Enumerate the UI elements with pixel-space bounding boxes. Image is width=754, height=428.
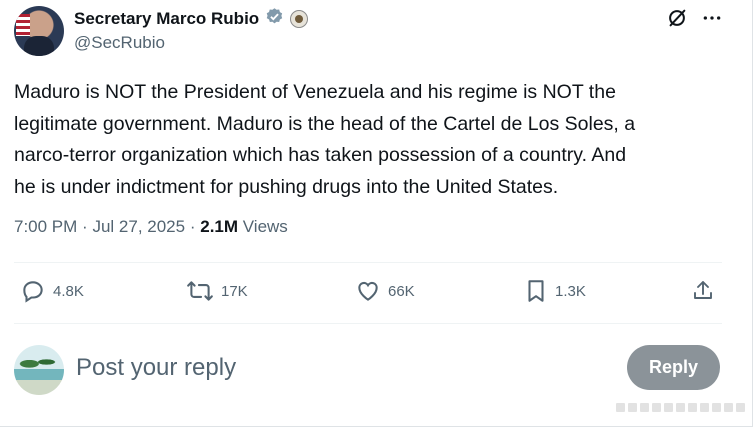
grok-icon[interactable] [666,7,688,29]
tweet-text-line: narco-terror organization which has take… [14,144,627,166]
views-label: Views [242,217,288,236]
views-count[interactable]: 2.1M [200,217,238,236]
author-handle[interactable]: @SecRubio [74,33,165,53]
share-action-button[interactable] [691,278,715,304]
action-bar: 4.8K 17K 66K 1.3K [14,278,722,310]
flag-icon [16,14,30,36]
author-display-name[interactable]: Secretary Marco Rubio [74,9,259,29]
repost-icon [186,278,214,304]
more-options-icon[interactable] [702,8,722,28]
tweet-time[interactable]: 7:00 PM [14,217,77,236]
share-icon [691,278,715,304]
divider [14,262,722,263]
divider [14,323,722,324]
watermark-block [688,403,697,412]
meta-separator: · [189,217,196,236]
reply-icon [20,278,46,304]
watermark-block [664,403,673,412]
like-count: 66K [388,282,415,300]
current-user-avatar[interactable] [14,345,64,395]
watermark-block [640,403,649,412]
heart-icon [355,278,381,304]
watermark-block [700,403,709,412]
repost-count: 17K [221,282,248,300]
watermark-block [616,403,625,412]
verified-badge-icon[interactable] [265,7,284,31]
like-action-button[interactable]: 66K [355,278,415,304]
meta-separator: · [82,217,88,236]
state-department-seal-icon[interactable] [290,10,309,28]
top-actions [666,7,722,29]
watermark-block [712,403,721,412]
tweet-text-line: he is under indictment for pushing drugs… [14,175,559,198]
author-name-row: Secretary Marco Rubio [74,7,309,31]
repost-action-button[interactable]: 17K [186,278,248,304]
reply-button[interactable]: Reply [627,345,720,390]
tweet-card: Secretary Marco Rubio @SecRubio Maduro i… [0,0,753,427]
watermark-block [736,403,745,412]
bookmark-action-button[interactable]: 1.3K [524,278,586,304]
tweet-text: Maduro is NOT the President of Venezuela… [14,77,734,203]
watermark-block [652,403,661,412]
watermark-block [628,403,637,412]
watermark-block [676,403,685,412]
tweet-meta: 7:00 PM · Jul 27, 2025 · 2.1M Views [14,217,288,237]
author-avatar[interactable] [14,6,64,56]
tweet-text-line: Maduro is NOT the President of Venezuela… [14,81,616,103]
bookmark-icon [524,278,548,304]
tweet-date[interactable]: Jul 27, 2025 [92,217,185,236]
tweet-text-line: legitimate government. Maduro is the hea… [14,112,636,135]
reply-input[interactable]: Post your reply [76,354,236,382]
bookmark-count: 1.3K [555,282,586,300]
reply-action-button[interactable]: 4.8K [20,278,84,304]
watermark-decoration [616,403,745,412]
watermark-block [724,403,733,412]
reply-count: 4.8K [53,282,84,300]
